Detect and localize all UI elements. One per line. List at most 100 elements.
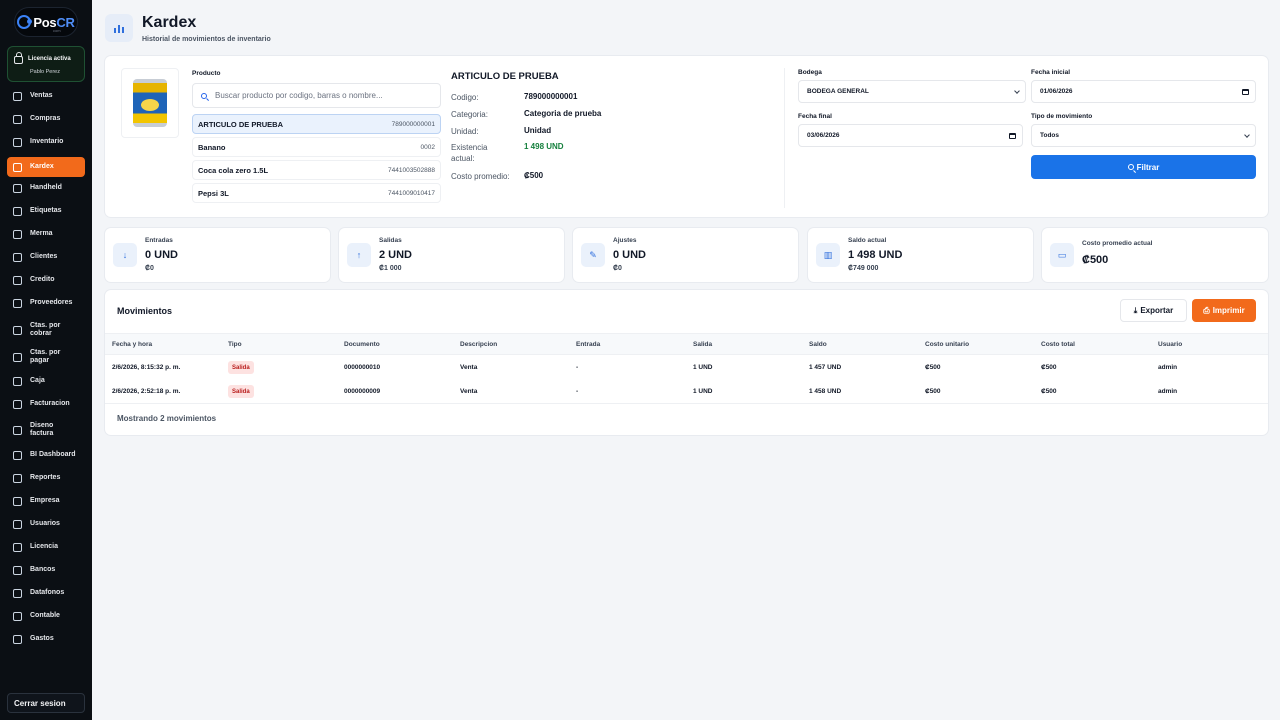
sidebar-item-ctas-por-pagar[interactable]: Ctas. por pagar bbox=[7, 345, 85, 369]
divider bbox=[784, 68, 785, 208]
cash-icon bbox=[13, 376, 22, 386]
product-list-item[interactable]: ARTICULO DE PRUEBA 789000000001 bbox=[192, 114, 441, 134]
column-header[interactable]: Tipo bbox=[228, 341, 242, 348]
sidebar-item-bi-dashboard[interactable]: BI Dashboard bbox=[7, 447, 85, 463]
fecha-final-value: 03/06/2026 bbox=[807, 132, 840, 139]
sidebar-item-proveedores[interactable]: Proveedores bbox=[7, 295, 85, 311]
column-header[interactable]: Costo unitario bbox=[925, 341, 969, 348]
column-header[interactable]: Fecha y hora bbox=[112, 341, 152, 348]
stat-label: Ajustes bbox=[613, 237, 637, 244]
sidebar-item-label: Ctas. por pagar bbox=[30, 349, 61, 364]
tipo-movimiento-select[interactable]: Todos bbox=[1031, 124, 1256, 147]
stat-value: 1 498 UND bbox=[848, 249, 903, 261]
sidebar-item-inventario[interactable]: Inventario bbox=[7, 134, 85, 150]
sidebar-item-label: Empresa bbox=[30, 497, 60, 504]
sidebar-item-licencia[interactable]: Licencia bbox=[7, 539, 85, 555]
product-search-input[interactable]: Buscar producto por codigo, barras o nom… bbox=[192, 83, 441, 108]
product-list-item[interactable]: Banano 0002 bbox=[192, 137, 441, 157]
product-code: 7441003502888 bbox=[388, 166, 435, 174]
pencil-icon bbox=[13, 425, 22, 435]
export-label: Exportar bbox=[1140, 306, 1174, 315]
table-row[interactable]: 2/6/2026, 2:52:18 p. m. Salida 0000000009 V… bbox=[105, 380, 1268, 404]
stat-card-ajustes: ✎ Ajustes 0 UND ₡0 bbox=[573, 228, 798, 282]
fecha-inicial-value: 01/06/2026 bbox=[1040, 88, 1073, 95]
status-badge: Salida bbox=[228, 361, 254, 374]
table-row[interactable]: 2/6/2026, 8:15:32 p. m. Salida 0000000010 V… bbox=[105, 356, 1268, 380]
product-name: Pepsi 3L bbox=[198, 188, 229, 198]
sidebar-item-ctas-por-cobrar[interactable]: Ctas. por cobrar bbox=[7, 318, 85, 342]
column-header[interactable]: Entrada bbox=[576, 341, 600, 348]
sidebar-item-ventas[interactable]: Ventas bbox=[7, 88, 85, 104]
stat-subvalue: ₡1 000 bbox=[379, 265, 402, 272]
sidebar-item-merma[interactable]: Merma bbox=[7, 226, 85, 242]
sidebar-item-label: Diseno factura bbox=[30, 422, 54, 437]
table-cell: 1 457 UND bbox=[809, 364, 842, 371]
stat-label: Saldo actual bbox=[848, 237, 887, 244]
table-header: Fecha y hora Tipo Documento Descripcion Entr… bbox=[105, 333, 1268, 355]
sidebar-item-usuarios[interactable]: Usuarios bbox=[7, 516, 85, 532]
sidebar-item-label: Gastos bbox=[30, 635, 54, 642]
sidebar-item-label: Clientes bbox=[30, 253, 58, 260]
sidebar-item-clientes[interactable]: Clientes bbox=[7, 249, 85, 265]
sidebar-item-bancos[interactable]: Bancos bbox=[7, 562, 85, 578]
column-header[interactable]: Costo total bbox=[1041, 341, 1075, 348]
stat-card-entradas: ↓ Entradas 0 UND ₡0 bbox=[105, 228, 330, 282]
detail-value: Unidad bbox=[524, 126, 552, 135]
logout-button[interactable]: Cerrar sesion bbox=[7, 693, 85, 713]
sidebar-item-handheld[interactable]: Handheld bbox=[7, 180, 85, 196]
sidebar-item-facturacion[interactable]: Facturacion bbox=[7, 396, 85, 412]
sidebar-item-label: BI Dashboard bbox=[30, 451, 76, 458]
sidebar: PosCR com Licencia activa Pablo Perez Ve… bbox=[0, 0, 92, 720]
detail-key: Unidad: bbox=[451, 127, 479, 136]
print-button[interactable]: ⎙ Imprimir bbox=[1192, 299, 1256, 322]
brand-logo[interactable]: PosCR com bbox=[14, 7, 78, 37]
table-cell: ₡500 bbox=[1041, 364, 1057, 371]
status-badge: Salida bbox=[228, 385, 254, 398]
product-list-item[interactable]: Pepsi 3L 7441009010417 bbox=[192, 183, 441, 203]
sidebar-item-etiquetas[interactable]: Etiquetas bbox=[7, 203, 85, 219]
search-icon bbox=[1127, 164, 1134, 170]
license-title: Licencia activa bbox=[28, 55, 71, 62]
fecha-final-label: Fecha final bbox=[798, 113, 832, 120]
column-header[interactable]: Descripcion bbox=[460, 341, 497, 348]
sidebar-item-datafonos[interactable]: Datafonos bbox=[7, 585, 85, 601]
table-cell: 1 UND bbox=[693, 388, 713, 395]
table-cell: 1 UND bbox=[693, 364, 713, 371]
sidebar-item-gastos[interactable]: Gastos bbox=[7, 631, 85, 647]
column-header[interactable]: Salida bbox=[693, 341, 712, 348]
table-cell: Venta bbox=[460, 388, 478, 395]
product-list-item[interactable]: Coca cola zero 1.5L 7441003502888 bbox=[192, 160, 441, 180]
table-cell: - bbox=[576, 364, 579, 371]
sidebar-item-diseno-factura[interactable]: Diseno factura bbox=[7, 418, 85, 442]
table-cell: Venta bbox=[460, 364, 478, 371]
bodega-select[interactable]: BODEGA GENERAL bbox=[798, 80, 1026, 103]
sidebar-item-empresa[interactable]: Empresa bbox=[7, 493, 85, 509]
sidebar-item-label: Usuarios bbox=[30, 520, 60, 527]
sidebar-item-label: Compras bbox=[30, 115, 61, 122]
movements-count: Mostrando 2 movimientos bbox=[117, 414, 217, 423]
export-button[interactable]: ⤓ Exportar bbox=[1120, 299, 1187, 322]
stat-subvalue: ₡0 bbox=[145, 265, 154, 272]
search-icon bbox=[201, 92, 207, 99]
column-header[interactable]: Saldo bbox=[809, 341, 827, 348]
sidebar-item-kardex[interactable]: Kardex bbox=[7, 157, 85, 177]
sidebar-item-caja[interactable]: Caja bbox=[7, 373, 85, 389]
credit-icon bbox=[13, 275, 22, 285]
detail-value: Categoria de prueba bbox=[524, 109, 602, 118]
bodega-label: Bodega bbox=[798, 69, 822, 76]
download-icon bbox=[13, 325, 22, 335]
sidebar-item-credito[interactable]: Credito bbox=[7, 272, 85, 288]
column-header[interactable]: Documento bbox=[344, 341, 380, 348]
fecha-final-input[interactable]: 03/06/2026 bbox=[798, 124, 1023, 147]
sidebar-item-reportes[interactable]: Reportes bbox=[7, 470, 85, 486]
fecha-inicial-input[interactable]: 01/06/2026 bbox=[1031, 80, 1256, 103]
sidebar-item-label: Merma bbox=[30, 230, 53, 237]
calc-icon bbox=[13, 611, 22, 621]
brand-sub: com bbox=[53, 28, 61, 33]
column-header[interactable]: Usuario bbox=[1158, 341, 1182, 348]
table-cell: ₡500 bbox=[1041, 388, 1057, 395]
filter-button[interactable]: Filtrar bbox=[1031, 155, 1256, 179]
sidebar-item-contable[interactable]: Contable bbox=[7, 608, 85, 624]
sidebar-item-label: Contable bbox=[30, 612, 60, 619]
sidebar-item-compras[interactable]: Compras bbox=[7, 111, 85, 127]
